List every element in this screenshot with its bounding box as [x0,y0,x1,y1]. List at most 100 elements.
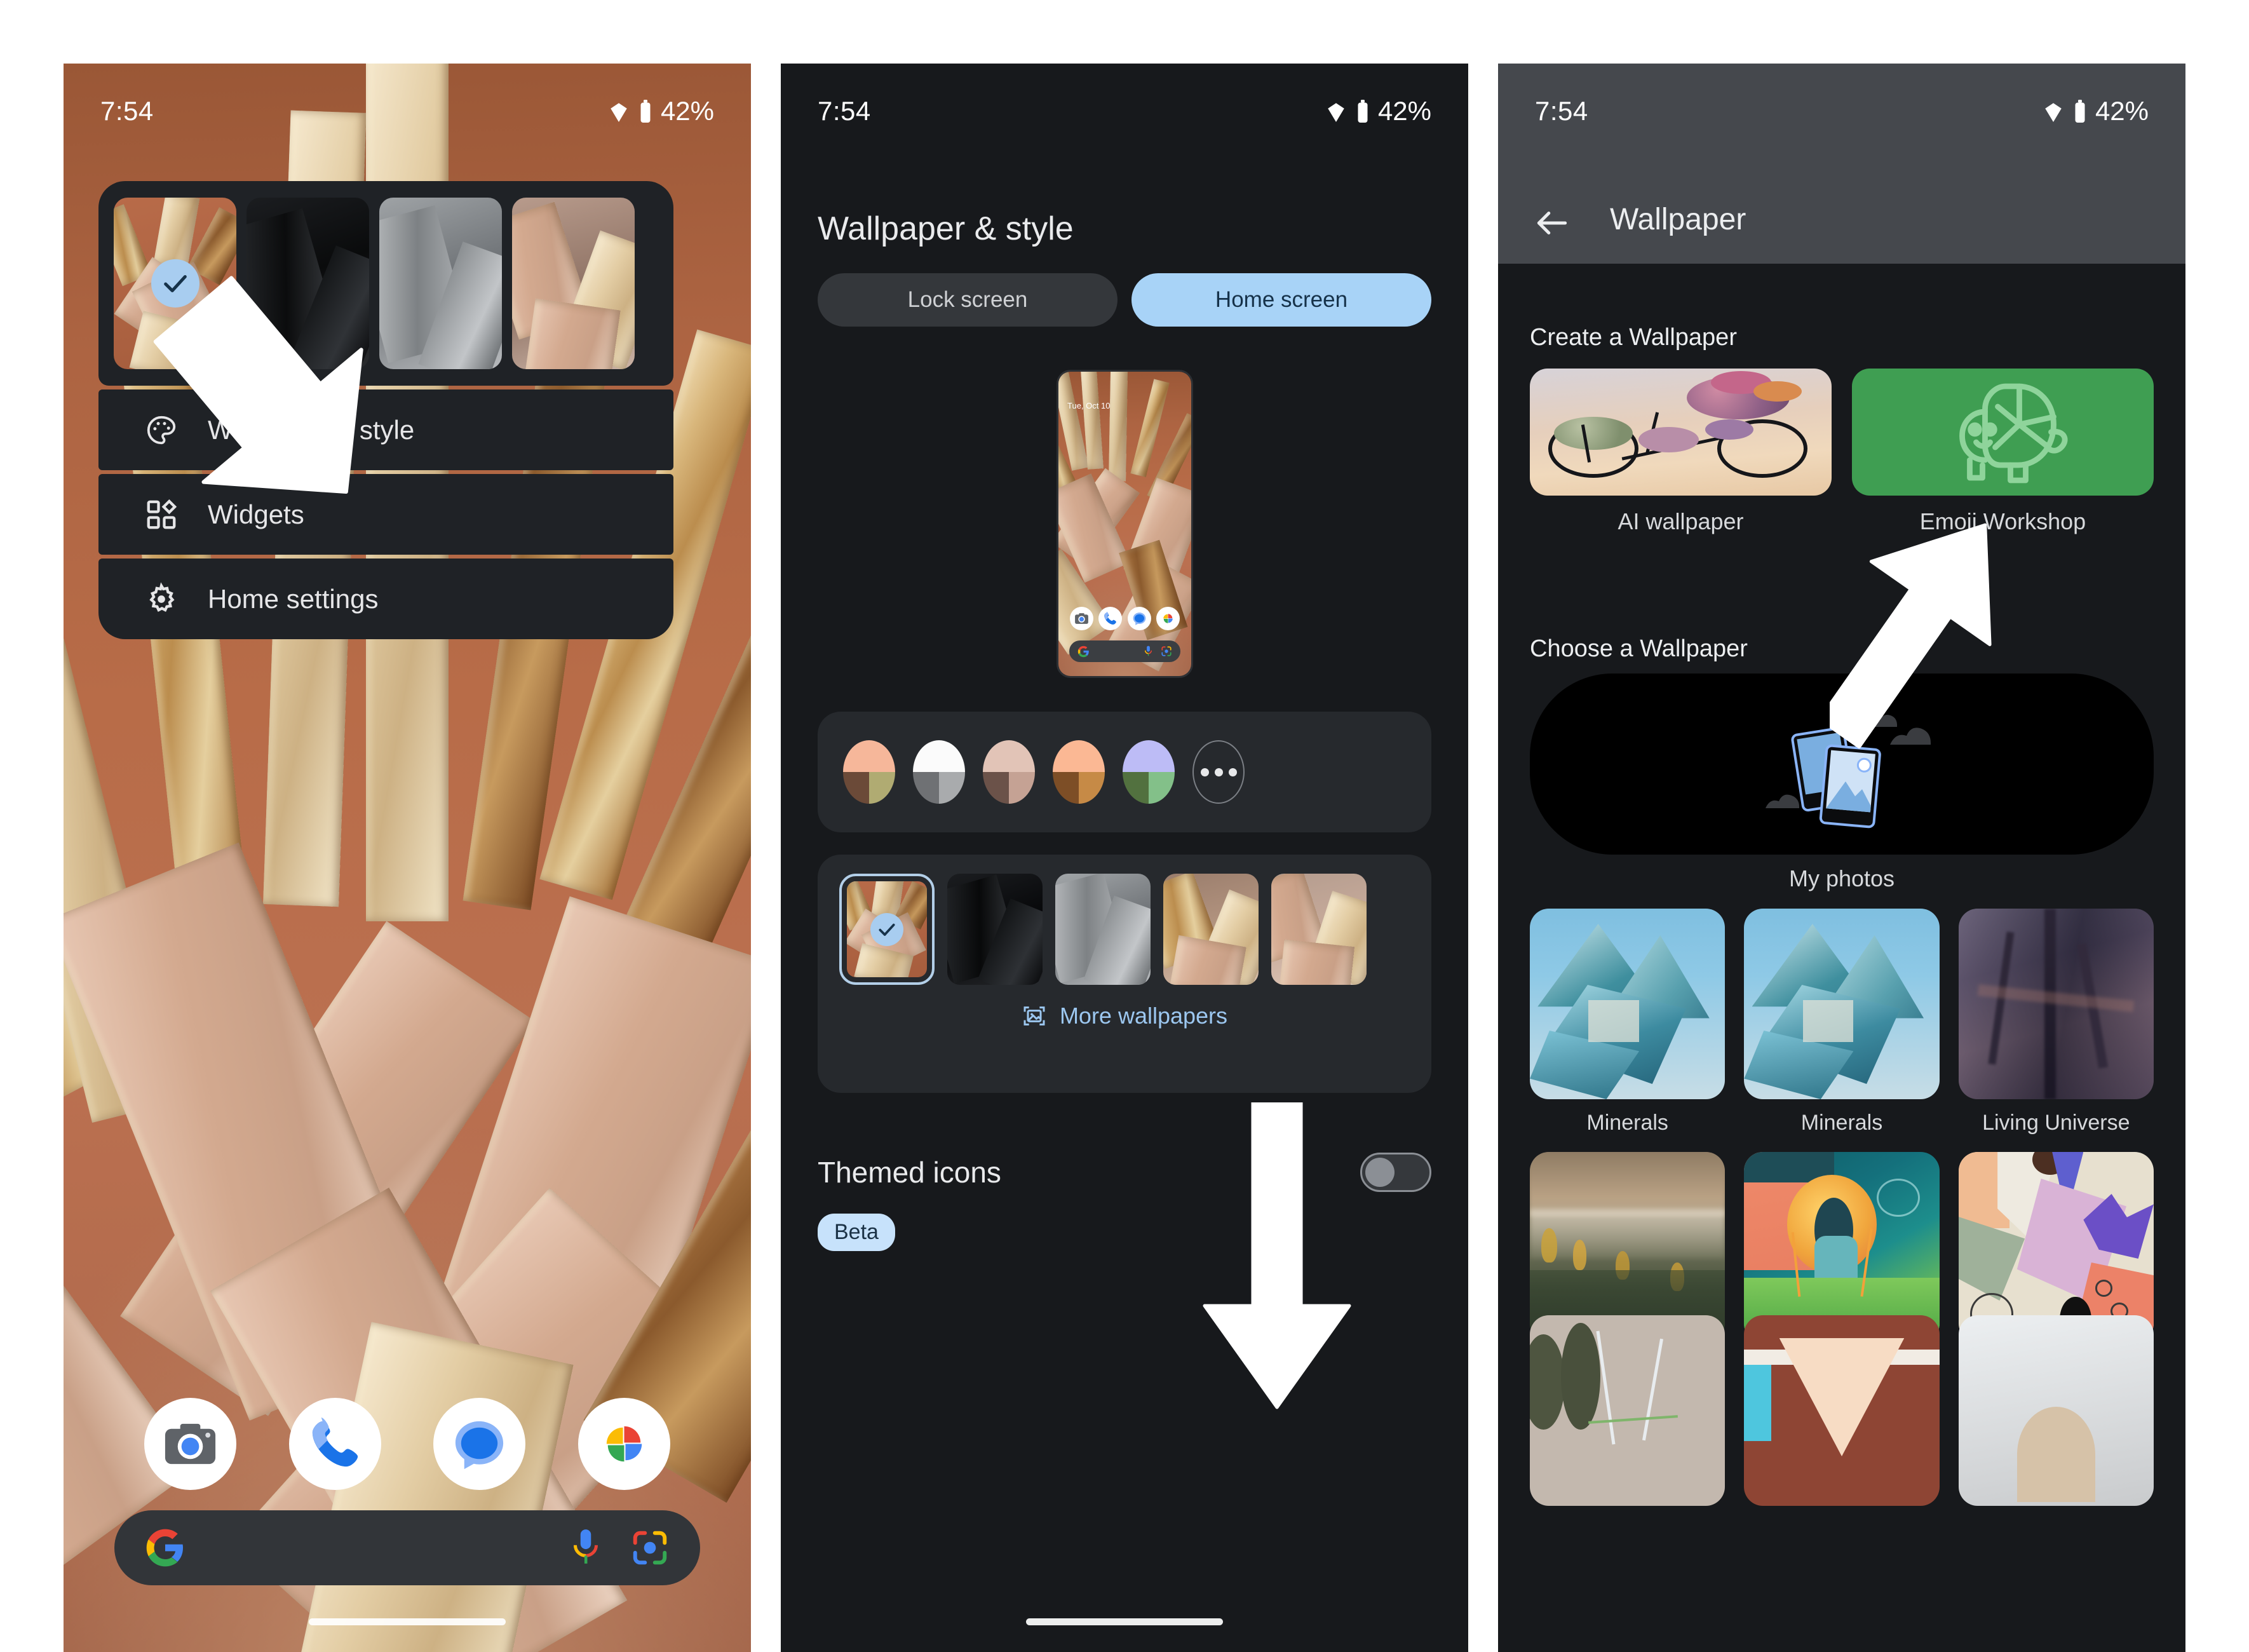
status-bar: 7:54 42% [781,64,1468,159]
preview-dock-app-photos [1156,607,1180,630]
more-wallpapers-button[interactable]: More wallpapers [839,1003,1410,1029]
preview-dock [1058,607,1191,630]
home-screen-preview[interactable]: Tue, Oct 10 [1057,370,1193,678]
navigation-pill[interactable] [309,1618,506,1625]
dock-app-messages[interactable] [433,1398,526,1490]
color-palette-card [818,712,1431,832]
preview-dock-app-messages [1127,607,1151,630]
category-minerals-2[interactable]: Minerals [1744,909,1940,1135]
wallpaper-thumb-crystal-grey[interactable] [1055,874,1151,985]
phone-icon [1104,611,1117,625]
google-search-bar[interactable] [114,1510,700,1585]
tab-label: Home screen [1215,287,1348,312]
gear-icon [143,581,180,618]
choose-section-heading: Choose a Wallpaper [1530,635,1748,662]
wallpaper-thumb-row [839,874,1410,985]
my-photos-label: My photos [1788,865,1895,891]
messages-icon [456,1421,504,1470]
more-colors-button[interactable] [1192,740,1245,804]
category-thumbnail [1530,909,1726,1099]
ai-wallpaper-tile[interactable]: AI wallpaper [1530,369,1832,535]
back-arrow-icon[interactable] [1532,203,1572,243]
dock-app-camera[interactable] [144,1398,237,1490]
preview-search-bar [1069,640,1180,662]
category-thumbnail [1958,909,2154,1099]
wallpaper-category-grid: Minerals Minerals Living Universe [1530,909,2154,1379]
google-lens-icon [633,1531,667,1565]
wifi-icon [607,100,630,122]
category-thumbnail [1744,909,1940,1099]
google-g-icon [146,1529,183,1567]
arrow-pointing-to-more-wallpapers [1203,1102,1351,1409]
dock-app-phone[interactable] [288,1398,381,1490]
category-thumbnail-partial-3[interactable] [1958,1315,2154,1506]
microphone-icon [573,1529,598,1564]
preview-dock-app-phone [1098,607,1123,630]
home-dock [64,1398,751,1490]
google-lens-icon [1161,646,1172,656]
color-swatch-2[interactable] [913,740,965,804]
app-bar-title: Wallpaper [1610,203,1746,236]
status-bar: 7:54 42% [1498,64,2185,159]
category-thumbnail [1958,1152,2154,1343]
category-thumbnail [1530,1152,1726,1343]
category-minerals-1[interactable]: Minerals [1530,909,1726,1135]
phone-icon [312,1417,358,1467]
themed-icons-label: Themed icons [818,1156,1001,1189]
navigation-pill[interactable] [1026,1618,1223,1625]
emoji-workshop-thumbnail [1852,369,2154,496]
selected-check-icon [870,912,903,946]
wallpaper-thumb-crystal-orange[interactable] [839,874,935,985]
wallpaper-category-grid-partial-row [1530,1315,2154,1506]
battery-percent: 42% [1377,96,1431,126]
category-living-universe[interactable]: Living Universe [1958,909,2154,1135]
image-picker-icon [1023,1006,1045,1026]
popup-item-home-settings[interactable]: Home settings [98,559,673,639]
arrow-pointing-to-ai-wallpaper [1830,523,1992,749]
status-time: 7:54 [100,96,154,126]
category-thumbnail-partial-2[interactable] [1744,1315,1940,1506]
photos-icon [1163,614,1173,623]
popup-item-label: Home settings [208,583,379,614]
category-thumbnail-partial-1[interactable] [1530,1315,1726,1506]
battery-icon [2073,100,2087,123]
phone-2-wallpaper-and-style: 7:54 42% Wallpaper & style Lock screen H… [781,64,1468,1652]
screen-tabs: Lock screen Home screen [818,273,1431,327]
carousel-thumb-crystal-grey[interactable] [379,198,502,369]
battery-percent: 42% [2095,96,2149,126]
carousel-thumb-crystal-rose[interactable] [512,198,635,369]
color-swatch-1[interactable] [843,740,895,804]
battery-icon [638,100,652,123]
category-label: Minerals [1586,1111,1668,1135]
status-time: 7:54 [818,96,871,126]
arrow-pointing-to-wallpaper-and-style [153,276,363,494]
dock-app-photos[interactable] [577,1398,670,1490]
phone-3-wallpaper-picker: 7:54 42% Wallpaper Create a Wallpaper AI… [1498,64,2185,1652]
color-swatch-4[interactable] [1053,740,1105,804]
preview-dock-app-camera [1070,607,1094,630]
create-section-heading: Create a Wallpaper [1530,324,1737,351]
google-g-icon [1077,646,1089,657]
color-swatch-5[interactable] [1123,740,1175,804]
tab-home-screen[interactable]: Home screen [1131,273,1431,327]
wallpaper-thumb-crystal-black[interactable] [947,874,1043,985]
wallpaper-picker-card: More wallpapers [818,855,1431,1093]
tab-lock-screen[interactable]: Lock screen [818,273,1118,327]
microphone-icon [1144,646,1152,656]
wallpaper-thumb-crystal-rose[interactable] [1271,874,1367,985]
color-swatch-3[interactable] [983,740,1035,804]
screenshot-stage: 7:54 42% Tue, Oct 10 [0,0,2249,1652]
camera-icon [1075,613,1089,624]
battery-icon [1356,100,1370,123]
wallpaper-thumb-crystal-tan[interactable] [1163,874,1259,985]
wifi-icon [2042,100,2065,122]
messages-icon [1133,613,1145,625]
photos-icon [606,1426,642,1462]
themed-icons-toggle[interactable] [1360,1153,1431,1192]
status-time: 7:54 [1535,96,1588,126]
ai-wallpaper-thumbnail [1530,369,1832,496]
wifi-icon [1325,100,1347,122]
beta-badge: Beta [818,1214,895,1251]
turtle-icon [1959,383,2068,484]
battery-percent: 42% [660,96,714,126]
